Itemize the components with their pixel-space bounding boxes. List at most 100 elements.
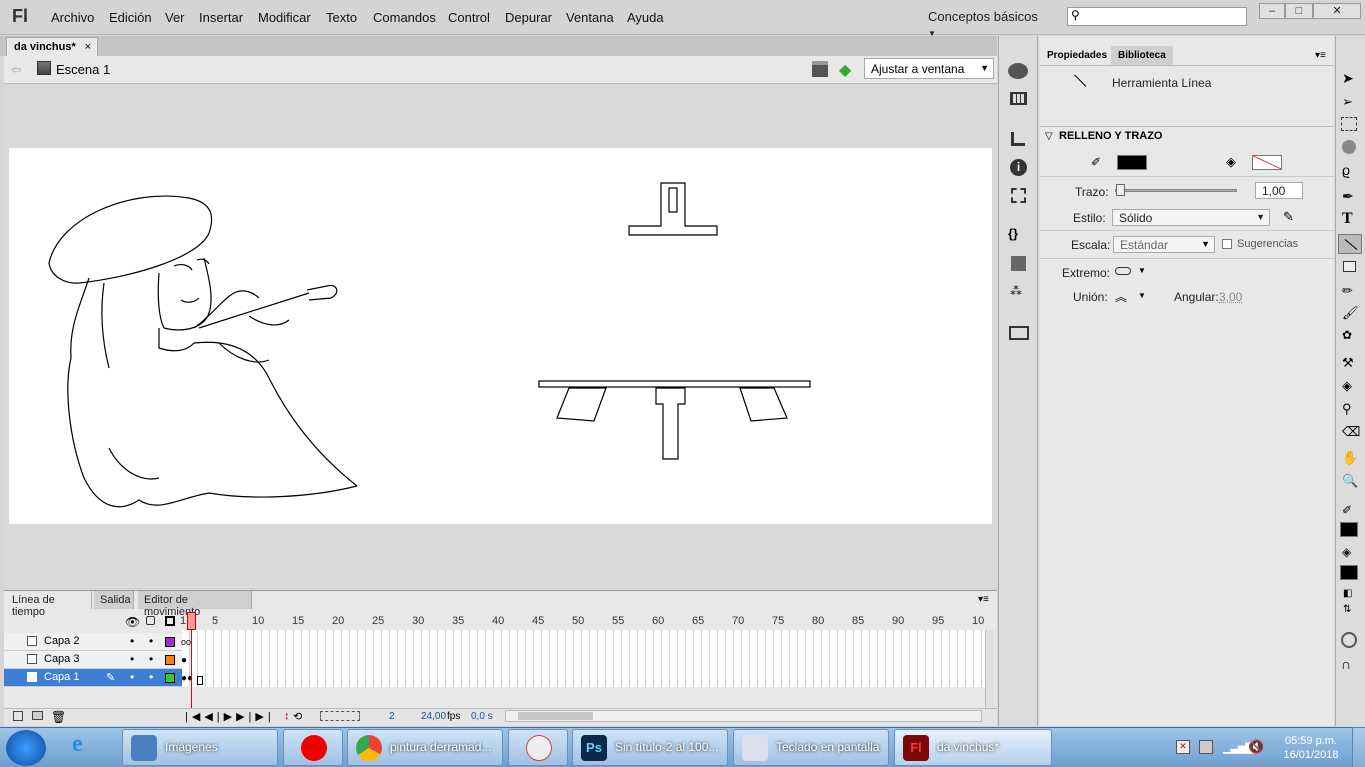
bone-tool-icon[interactable]: ⚒ — [1342, 355, 1354, 371]
subselection-tool-icon[interactable]: ➢ — [1342, 94, 1353, 110]
menu-comandos[interactable]: Comandos — [373, 10, 436, 25]
lock-icon[interactable] — [146, 616, 155, 625]
project-icon[interactable] — [1009, 326, 1029, 340]
motion-presets-icon[interactable]: ⁂ — [1010, 284, 1022, 298]
actions-icon[interactable]: {} — [1008, 226, 1018, 241]
default-colors-icon[interactable]: ◧ — [1343, 588, 1352, 599]
playhead[interactable] — [187, 612, 196, 630]
zoom-select[interactable]: Ajustar a ventana ▼ — [864, 58, 994, 79]
menu-ayuda[interactable]: Ayuda — [627, 10, 664, 25]
taskbar-item-keyboard[interactable]: Teclado en pantalla — [733, 729, 889, 766]
playback-controls[interactable]: |◀◀|▶▶|▶| — [185, 710, 275, 723]
tab-timeline[interactable]: Línea de tiempo — [6, 591, 92, 618]
layer-color-swatch[interactable] — [165, 673, 175, 683]
miter-value[interactable]: 3,00 — [1219, 290, 1242, 304]
stroke-slider[interactable] — [1115, 184, 1237, 196]
object-drawing-icon[interactable] — [1341, 632, 1357, 648]
menu-edicion[interactable]: Edición — [109, 10, 152, 25]
current-frame[interactable]: 2 — [389, 711, 395, 722]
menu-ver[interactable]: Ver — [165, 10, 185, 25]
align-icon[interactable] — [1011, 132, 1025, 146]
visible-dot-icon[interactable]: • — [130, 670, 134, 684]
chevron-down-icon[interactable]: ▼ — [1138, 291, 1146, 300]
color-panel-icon[interactable] — [1008, 63, 1028, 79]
tab-motion-editor[interactable]: Editor de movimiento — [138, 591, 252, 618]
lock-dot-icon[interactable]: • — [149, 634, 153, 648]
stage-canvas[interactable] — [9, 148, 992, 524]
text-tool-icon[interactable]: T — [1342, 210, 1353, 228]
fill-color-swatch[interactable] — [1252, 155, 1282, 170]
collapse-arrow-icon[interactable]: ▽ — [1045, 131, 1053, 142]
tab-library[interactable]: Biblioteca — [1111, 46, 1173, 65]
timeline-vscrollbar[interactable] — [985, 630, 995, 708]
snap-magnet-icon[interactable]: ∩ — [1341, 656, 1351, 672]
eyedropper-tool-icon[interactable]: ⚲ — [1342, 401, 1352, 417]
tab-properties[interactable]: Propiedades — [1040, 46, 1115, 65]
new-folder-icon[interactable] — [32, 711, 43, 720]
layer-color-swatch[interactable] — [165, 655, 175, 665]
action-center-icon[interactable]: ✕ — [1176, 740, 1190, 754]
usb-icon[interactable] — [1199, 740, 1213, 754]
edit-scene-icon[interactable] — [812, 61, 828, 77]
close-window-button[interactable]: ✕ — [1313, 3, 1361, 19]
taskbar-item-imagenes[interactable]: Imágenes — [122, 729, 278, 766]
menu-archivo[interactable]: Archivo — [51, 10, 94, 25]
lock-dot-icon[interactable]: • — [149, 652, 153, 666]
visible-dot-icon[interactable]: • — [130, 634, 134, 648]
keyframe[interactable]: oo — [181, 637, 191, 647]
outline-icon[interactable] — [165, 616, 175, 626]
tab-output[interactable]: Salida — [94, 591, 134, 609]
workspace-dropdown[interactable]: Conceptos básicos ▼ — [920, 7, 1050, 38]
frames-grid[interactable] — [182, 630, 986, 687]
edit-stroke-icon[interactable]: ✎ — [1283, 209, 1294, 225]
style-select[interactable]: Sólido ▼ — [1112, 209, 1270, 226]
start-button[interactable] — [6, 730, 46, 766]
help-search-input[interactable]: ⚲ — [1067, 7, 1247, 26]
lock-dot-icon[interactable]: • — [149, 670, 153, 684]
rectangle-tool-icon[interactable] — [1343, 261, 1356, 272]
menu-depurar[interactable]: Depurar — [505, 10, 552, 25]
edit-symbols-icon[interactable]: ◆ — [839, 60, 857, 79]
close-icon[interactable]: × — [85, 41, 91, 53]
taskbar-item-snipping[interactable] — [508, 729, 568, 766]
volume-icon[interactable]: 🔇 — [1248, 739, 1264, 755]
menu-texto[interactable]: Texto — [326, 10, 357, 25]
frame-rate[interactable]: 24,00 — [421, 711, 446, 722]
hand-tool-icon[interactable]: ✋ — [1342, 450, 1358, 466]
chevron-down-icon[interactable]: ▼ — [1138, 266, 1146, 275]
taskbar-item-opera[interactable] — [283, 729, 343, 766]
transform-icon[interactable] — [1011, 188, 1026, 203]
panel-menu-icon[interactable]: ▾≡ — [1315, 50, 1326, 61]
maximize-button[interactable]: □ — [1285, 3, 1313, 19]
zoom-tool-icon[interactable]: 🔍 — [1342, 473, 1358, 489]
pen-tool-icon[interactable]: ✒ — [1342, 188, 1354, 205]
cap-round-icon[interactable] — [1115, 267, 1131, 275]
internet-explorer-icon[interactable]: e — [72, 731, 83, 758]
line-tool-icon[interactable] — [1338, 234, 1362, 254]
document-tab[interactable]: da vinchus* × — [6, 37, 98, 56]
selection-tool-icon[interactable]: ➤ — [1342, 70, 1354, 87]
stroke-color-tool-swatch[interactable] — [1340, 522, 1358, 537]
new-layer-icon[interactable] — [13, 711, 23, 721]
pencil-tool-icon[interactable]: ✏ — [1342, 283, 1353, 299]
menu-control[interactable]: Control — [448, 10, 490, 25]
hints-checkbox[interactable] — [1222, 239, 1232, 249]
taskbar-item-chrome[interactable]: pintura derramad... — [347, 729, 503, 766]
elapsed-time[interactable]: 0,0 s — [471, 711, 493, 722]
menu-ventana[interactable]: Ventana — [566, 10, 614, 25]
visible-dot-icon[interactable]: • — [130, 652, 134, 666]
deco-tool-icon[interactable]: ✿ — [1342, 328, 1352, 342]
menu-modificar[interactable]: Modificar — [258, 10, 311, 25]
taskbar-item-photoshop[interactable]: Ps Sin título-2 al 100... — [572, 729, 728, 766]
eraser-tool-icon[interactable]: ⌫ — [1342, 424, 1360, 440]
stroke-color-swatch[interactable] — [1117, 155, 1147, 170]
panel-menu-icon[interactable]: ▾≡ — [978, 594, 989, 605]
keyframe[interactable]: ● — [181, 655, 187, 666]
loop-icon[interactable]: ⟲ — [293, 710, 302, 723]
back-arrow-icon[interactable]: ⇦ — [11, 62, 22, 78]
taskbar-item-flash[interactable]: Fl da vinchus* — [894, 729, 1052, 766]
layer-color-swatch[interactable] — [165, 637, 175, 647]
eye-icon[interactable]: 👁 — [125, 615, 140, 629]
swatches-icon[interactable] — [1010, 92, 1027, 105]
timeline-hscrollbar[interactable] — [505, 710, 982, 722]
